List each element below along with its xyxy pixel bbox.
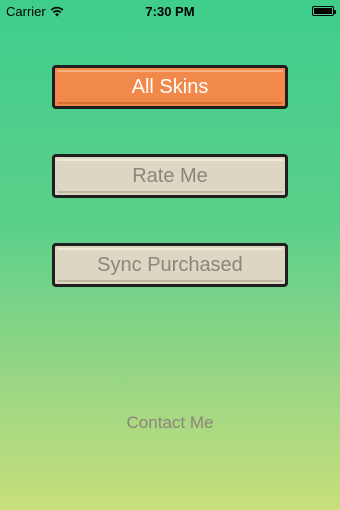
sync-purchased-label: Sync Purchased [97, 253, 243, 276]
battery-icon [312, 6, 336, 16]
sync-purchased-button[interactable]: Sync Purchased [52, 243, 288, 287]
status-bar: Carrier 7:30 PM [0, 0, 340, 22]
all-skins-button[interactable]: All Skins [52, 65, 288, 109]
status-time: 7:30 PM [145, 4, 195, 19]
all-skins-label: All Skins [131, 75, 209, 98]
contact-me-link[interactable]: Contact Me [0, 413, 340, 433]
rate-me-label: Rate Me [132, 164, 208, 187]
rate-me-button[interactable]: Rate Me [52, 154, 288, 198]
battery-fill [314, 8, 332, 14]
